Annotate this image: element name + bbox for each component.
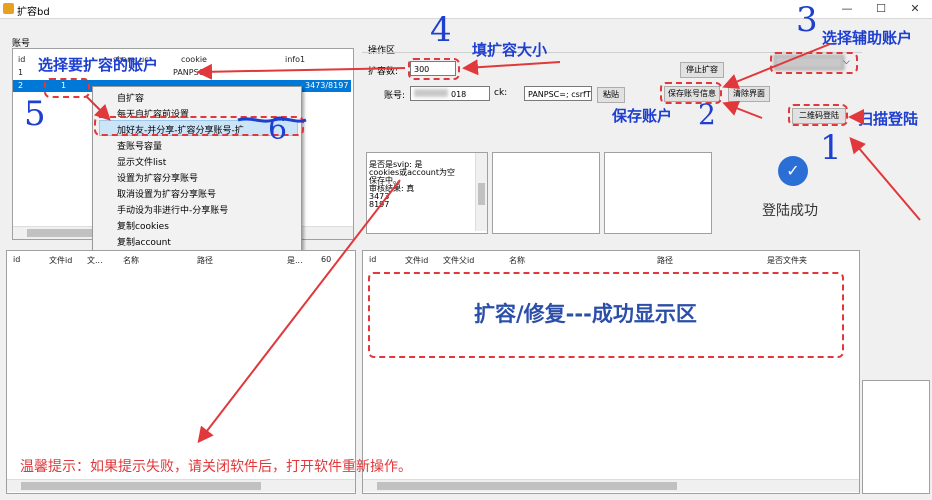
- annotation-step-1: 1: [820, 128, 842, 168]
- success-area-title: 扩容/修复---成功显示区: [474, 302, 697, 326]
- log-box-3[interactable]: [604, 152, 712, 234]
- log-vscroll[interactable]: [475, 153, 487, 231]
- highlight-helper-account: [770, 52, 858, 74]
- right-col-parentid: 文件父id: [443, 256, 475, 265]
- annotation-step-3: 3: [796, 0, 818, 40]
- account-label: 账号:: [384, 91, 406, 101]
- row-cookie: PANPSC=: [173, 68, 211, 77]
- log-line: 8197: [369, 200, 390, 209]
- left-col-extra: 60: [321, 255, 332, 264]
- highlight-expand-count: [408, 58, 460, 80]
- login-status: 登陆成功: [762, 203, 818, 219]
- left-hscroll[interactable]: [7, 479, 355, 492]
- menu-item-copy-account[interactable]: 复制account: [117, 235, 171, 248]
- annotation-step-4: 4: [430, 10, 452, 50]
- app-icon: [3, 3, 14, 14]
- left-col-path: 路径: [197, 256, 213, 265]
- row-id: 1: [18, 68, 24, 77]
- ck-label: ck:: [494, 88, 508, 98]
- warm-tip: 温馨提示：如果提示失败，请关闭软件后，打开软件重新操作。: [20, 459, 412, 475]
- annotation-step-6: 6: [268, 112, 288, 147]
- highlight-selected-account: [44, 78, 90, 98]
- log-box[interactable]: 是否是svip: 是 cookies或account为空 保存中。。 审核结果:…: [366, 152, 488, 234]
- annotation-scan-login: 扫描登陆: [858, 110, 919, 128]
- log-text: 是否是svip: 是 cookies或account为空 保存中。。 审核结果:…: [369, 161, 455, 209]
- side-panel: [862, 380, 930, 494]
- minimize-button[interactable]: —: [830, 0, 864, 18]
- menu-item-self-expand[interactable]: 自扩容: [117, 91, 144, 104]
- menu-item-set-not-running[interactable]: 手动设为非进行中-分享账号: [117, 203, 228, 216]
- right-col-path: 路径: [657, 256, 673, 265]
- context-menu: 自扩容 每天自扩容前设置 加好友-并分享-扩容分享账号-扩 查账号容量 显示文件…: [92, 86, 302, 252]
- left-col-id: id: [13, 255, 21, 264]
- title-bar: 扩容bd — ☐ ✕: [0, 0, 932, 19]
- left-col-short: 文...: [87, 256, 103, 265]
- annotation-helper-account: 选择辅助账户: [822, 29, 913, 47]
- success-check-icon: ✓: [778, 156, 808, 186]
- highlight-qr-login: [788, 104, 848, 126]
- menu-item-copy-cookies[interactable]: 复制cookies: [117, 219, 169, 232]
- row-id: 2: [18, 81, 24, 90]
- arrow-step-2: [722, 100, 763, 119]
- right-hscroll[interactable]: [363, 479, 859, 492]
- menu-item-check-capacity[interactable]: 查账号容量: [117, 139, 162, 152]
- annotation-save-account: 保存账户: [612, 107, 673, 125]
- log-vscroll-thumb[interactable]: [478, 183, 485, 205]
- right-col-isfolder: 是否文件夹: [767, 256, 807, 265]
- left-col-fileid: 文件id: [49, 256, 73, 265]
- right-col-fileid: 文件id: [405, 256, 429, 265]
- paste-button[interactable]: 粘贴: [597, 87, 625, 103]
- menu-item-show-file-list[interactable]: 显示文件list: [117, 155, 166, 168]
- row-info: 3473/8197: [305, 81, 349, 90]
- menu-item-unset-share-account[interactable]: 取消设置为扩容分享账号: [117, 187, 216, 200]
- right-col-id: id: [369, 255, 377, 264]
- log-box-2[interactable]: [492, 152, 600, 234]
- right-col-name: 名称: [509, 256, 525, 265]
- annotation-fill-size: 填扩容大小: [472, 41, 548, 59]
- stop-expand-button[interactable]: 停止扩容: [680, 62, 724, 78]
- account-blur: [414, 89, 448, 97]
- expand-count-label: 扩容数:: [368, 67, 399, 77]
- arrow-step-4: [462, 59, 561, 76]
- accounts-col-id: id: [18, 55, 26, 64]
- annotation-select-account: 选择要扩容的账户: [38, 56, 159, 74]
- left-col-name: 名称: [123, 256, 139, 265]
- ops-group-label: 操作区: [368, 46, 396, 56]
- accounts-col-info: info1: [285, 55, 306, 64]
- arrow-login: [849, 136, 921, 221]
- maximize-button[interactable]: ☐: [864, 0, 898, 18]
- clear-ui-button[interactable]: 清除界面: [728, 86, 770, 102]
- annotation-step-2: 2: [698, 98, 716, 131]
- accounts-col-cookie: cookie: [181, 55, 207, 64]
- success-display-area: 扩容/修复---成功显示区: [368, 272, 844, 358]
- close-button[interactable]: ✕: [898, 0, 932, 18]
- menu-item-set-share-account[interactable]: 设置为扩容分享账号: [117, 171, 198, 184]
- cookie-input[interactable]: PANPSC=; csrfT: [524, 86, 592, 101]
- annotation-step-5: 5: [24, 94, 46, 134]
- left-hscroll-thumb[interactable]: [21, 482, 261, 490]
- window-title: 扩容bd: [17, 7, 50, 18]
- left-col-isdir: 是...: [287, 256, 303, 265]
- right-hscroll-thumb[interactable]: [377, 482, 677, 490]
